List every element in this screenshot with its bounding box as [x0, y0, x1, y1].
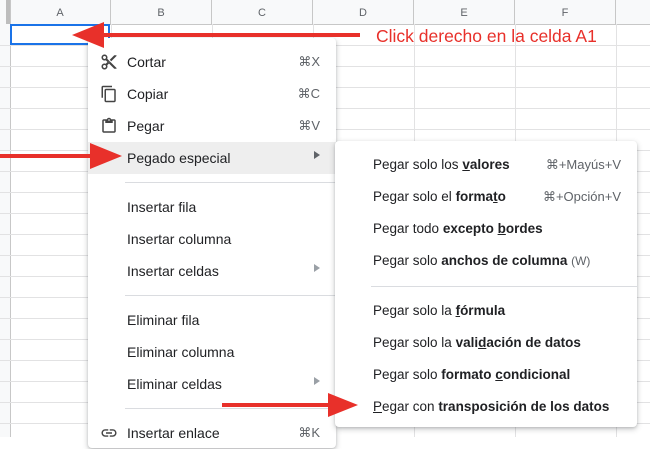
- row-header-gutter: [0, 24, 11, 437]
- shortcut-label: ⌘X: [298, 54, 320, 69]
- column-header-g[interactable]: [616, 0, 650, 24]
- menu-item-delete-cells[interactable]: Eliminar celdas: [88, 368, 336, 400]
- shortcut-label: ⌘+Opción+V: [542, 189, 621, 204]
- submenu-item-paste-formula[interactable]: Pegar solo la fórmula: [335, 295, 637, 327]
- column-header-c[interactable]: C: [212, 0, 313, 24]
- shortcut-label: ⌘C: [297, 86, 320, 101]
- menu-item-label: Insertar celdas: [127, 263, 219, 279]
- submenu-item-paste-data-validation[interactable]: Pegar solo la validación de datos: [335, 327, 637, 359]
- context-menu: Cortar ⌘X Copiar ⌘C Pegar ⌘V Pegado espe…: [88, 38, 336, 448]
- menu-item-insert-row[interactable]: Insertar fila: [88, 191, 336, 223]
- paste-special-submenu: Pegar solo los valores ⌘+Mayús+V Pegar s…: [335, 141, 637, 427]
- menu-item-delete-column[interactable]: Eliminar columna: [88, 336, 336, 368]
- column-header-d[interactable]: D: [313, 0, 414, 24]
- clipboard-icon: [100, 117, 118, 135]
- submenu-item-label: Pegar solo los valores: [373, 157, 510, 172]
- chevron-right-icon: [314, 151, 320, 159]
- menu-item-label: Insertar enlace: [127, 425, 220, 441]
- submenu-item-paste-conditional-format[interactable]: Pegar solo formato condicional: [335, 359, 637, 391]
- column-header-a[interactable]: A: [10, 0, 111, 24]
- chevron-right-icon: [314, 377, 320, 385]
- submenu-item-label: Pegar solo el formato: [373, 189, 506, 204]
- submenu-item-paste-values[interactable]: Pegar solo los valores ⌘+Mayús+V: [335, 149, 637, 181]
- menu-item-paste-special[interactable]: Pegado especial: [88, 142, 336, 174]
- menu-divider: [125, 295, 336, 296]
- submenu-item-paste-except-borders[interactable]: Pegar todo excepto bordes: [335, 213, 637, 245]
- menu-item-cut[interactable]: Cortar ⌘X: [88, 46, 336, 78]
- shortcut-label: ⌘K: [298, 425, 320, 440]
- menu-item-delete-row[interactable]: Eliminar fila: [88, 304, 336, 336]
- menu-item-label: Cortar: [127, 54, 166, 70]
- menu-divider: [125, 408, 336, 409]
- scissors-icon: [100, 53, 118, 71]
- menu-item-copy[interactable]: Copiar ⌘C: [88, 78, 336, 110]
- shortcut-label: ⌘V: [298, 118, 320, 133]
- submenu-item-label: Pegar solo anchos de columna (W): [373, 253, 591, 268]
- submenu-item-paste-transposed[interactable]: Pegar con transposición de los datos: [335, 391, 637, 423]
- submenu-item-label: Pegar solo la validación de datos: [373, 335, 581, 350]
- copy-icon: [100, 85, 118, 103]
- menu-item-label: Eliminar columna: [127, 344, 235, 360]
- submenu-item-label: Pegar solo formato condicional: [373, 367, 571, 382]
- menu-item-insert-cells[interactable]: Insertar celdas: [88, 255, 336, 287]
- shortcut-label: ⌘+Mayús+V: [545, 157, 621, 172]
- shortcut-hint: (W): [571, 254, 591, 268]
- submenu-divider: [371, 286, 637, 287]
- menu-item-label: Eliminar fila: [127, 312, 200, 328]
- submenu-item-label: Pegar todo excepto bordes: [373, 221, 543, 236]
- column-header-e[interactable]: E: [414, 0, 515, 24]
- menu-item-label: Eliminar celdas: [127, 376, 222, 392]
- submenu-item-paste-format[interactable]: Pegar solo el formato ⌘+Opción+V: [335, 181, 637, 213]
- menu-item-insert-link[interactable]: Insertar enlace ⌘K: [88, 417, 336, 449]
- submenu-item-label: Pegar con transposición de los datos: [373, 399, 610, 414]
- annotation-caption: Click derecho en la celda A1: [376, 26, 597, 46]
- column-header-f[interactable]: F: [515, 0, 616, 24]
- menu-item-label: Insertar columna: [127, 231, 232, 247]
- menu-item-paste[interactable]: Pegar ⌘V: [88, 110, 336, 142]
- menu-item-label: Pegado especial: [127, 150, 231, 166]
- menu-item-insert-column[interactable]: Insertar columna: [88, 223, 336, 255]
- submenu-item-paste-column-widths[interactable]: Pegar solo anchos de columna (W): [335, 245, 637, 277]
- link-icon: [100, 424, 118, 442]
- menu-divider: [125, 182, 336, 183]
- menu-item-label: Pegar: [127, 118, 165, 134]
- menu-item-label: Copiar: [127, 86, 169, 102]
- submenu-item-label: Pegar solo la fórmula: [373, 303, 506, 318]
- menu-item-label: Insertar fila: [127, 199, 197, 215]
- column-header-b[interactable]: B: [111, 0, 212, 24]
- chevron-right-icon: [314, 264, 320, 272]
